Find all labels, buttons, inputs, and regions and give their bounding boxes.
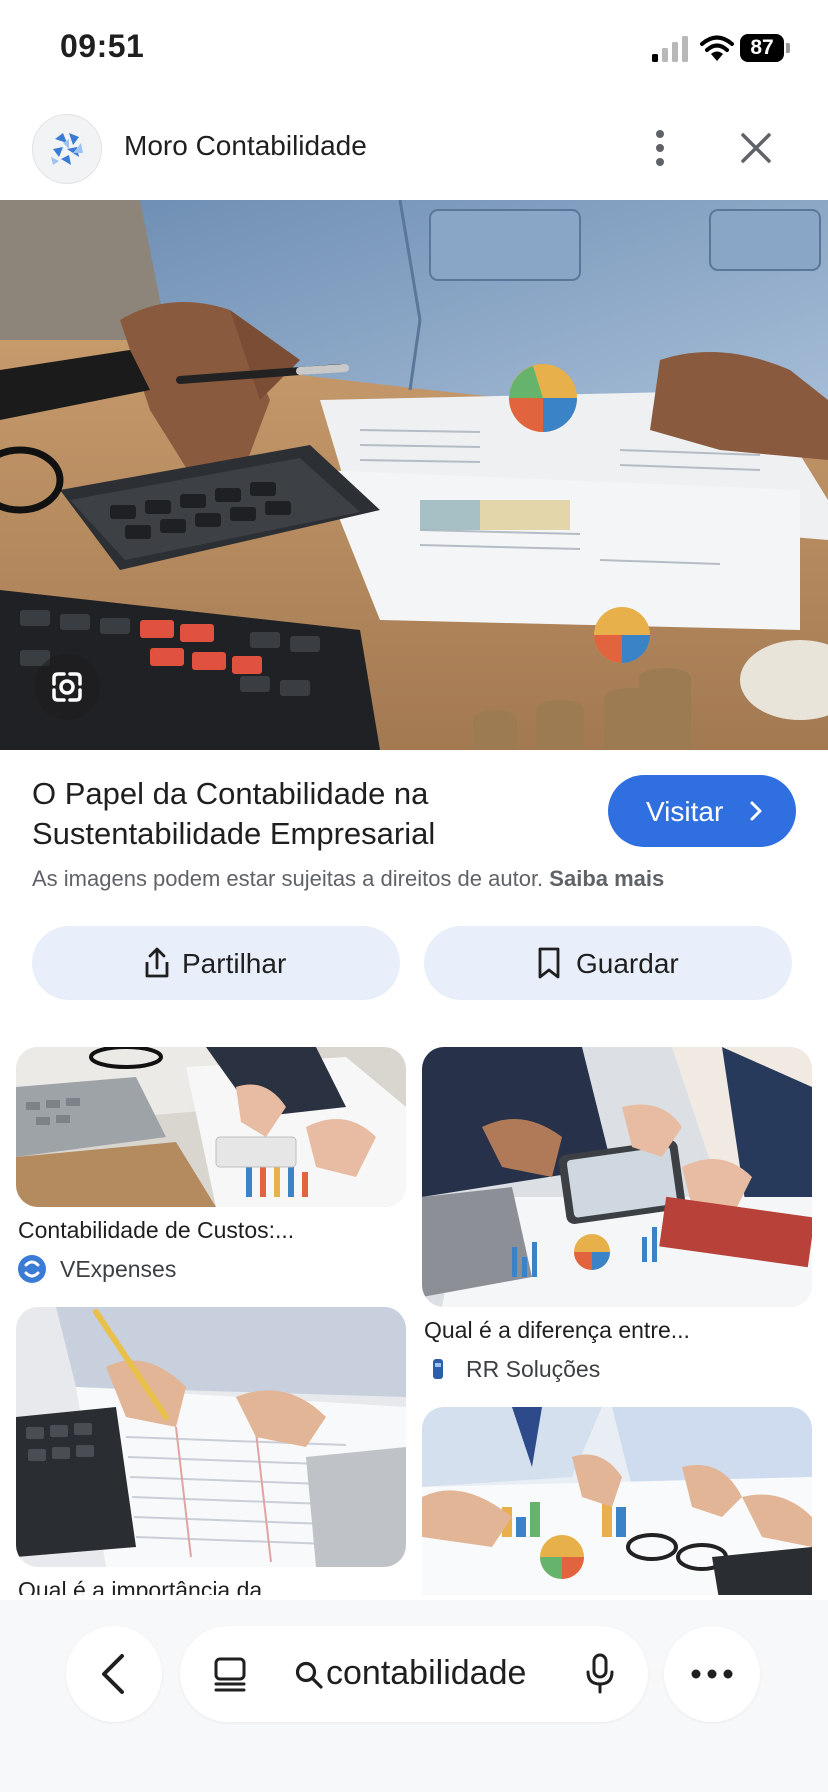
search-bar[interactable]: contabilidade	[180, 1626, 648, 1722]
search-icon	[295, 1661, 323, 1689]
learn-more-link[interactable]: Saiba mais	[549, 866, 664, 891]
related-result-source-label: RR Soluções	[466, 1356, 601, 1382]
site-header: Moro Contabilidade	[0, 100, 828, 200]
battery-level: 87	[740, 34, 784, 62]
status-time: 09:51	[60, 28, 145, 64]
battery-icon: 87	[740, 34, 792, 62]
mic-icon[interactable]	[584, 1652, 616, 1696]
more-horiz-icon	[691, 1669, 733, 1679]
site-name: Moro Contabilidade	[124, 130, 367, 161]
copyright-notice: As imagens podem estar sujeitas a direit…	[32, 866, 664, 892]
close-icon[interactable]	[736, 126, 776, 170]
bottom-toolbar: contabilidade	[0, 1600, 828, 1792]
share-button[interactable]: Partilhar	[32, 926, 400, 1000]
related-result-thumbnail[interactable]	[16, 1307, 406, 1567]
related-result-source-label: VExpenses	[60, 1256, 177, 1282]
save-button[interactable]: Guardar	[424, 926, 792, 1000]
image-title-line2: Sustentabilidade Empresarial	[32, 816, 436, 851]
site-logo	[32, 114, 102, 184]
share-icon	[145, 947, 169, 978]
back-icon	[102, 1654, 124, 1694]
more-vert-icon[interactable]	[640, 120, 680, 176]
status-bar: 09:51 87	[0, 0, 828, 100]
image-title-line1: O Papel da Contabilidade na	[32, 776, 429, 811]
lens-button[interactable]	[34, 654, 100, 720]
related-result-title[interactable]: Qual é a diferença entre...	[424, 1317, 690, 1344]
vexpenses-logo-icon	[18, 1255, 46, 1283]
share-label: Partilhar	[182, 948, 287, 979]
visit-label: Visitar	[646, 796, 724, 827]
related-result-title[interactable]: Contabilidade de Custos:...	[18, 1217, 294, 1244]
main-image[interactable]	[0, 200, 828, 750]
image-title[interactable]: O Papel da Contabilidade na Sustentabili…	[32, 774, 592, 854]
search-query[interactable]: contabilidade	[326, 1654, 526, 1693]
copyright-text: As imagens podem estar sujeitas a direit…	[32, 866, 544, 891]
signal-icon	[652, 36, 688, 62]
visit-button[interactable]: Visitar	[608, 775, 796, 847]
tabs-icon[interactable]	[210, 1654, 250, 1694]
related-result-thumbnail[interactable]	[422, 1047, 812, 1307]
more-button[interactable]	[664, 1626, 760, 1722]
lens-icon	[52, 672, 82, 702]
related-result-thumbnail[interactable]	[16, 1047, 406, 1207]
save-label: Guardar	[576, 948, 679, 979]
rr-solucoes-logo-icon	[424, 1355, 452, 1383]
back-button[interactable]	[66, 1626, 162, 1722]
bookmark-icon	[538, 947, 560, 979]
chevron-right-icon	[750, 801, 762, 821]
wifi-icon	[700, 35, 734, 61]
